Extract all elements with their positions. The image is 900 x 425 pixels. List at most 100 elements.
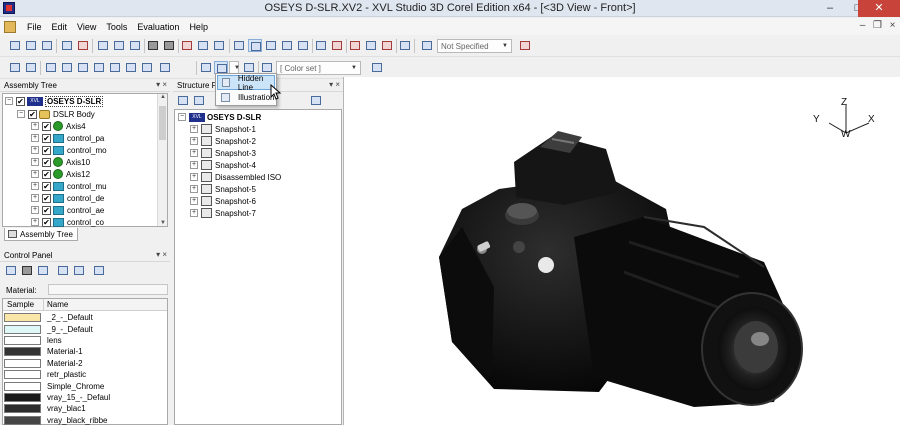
scroll-thumb[interactable]	[159, 106, 166, 140]
view-bottom-icon[interactable]	[60, 61, 74, 74]
camera-icon[interactable]	[196, 39, 210, 52]
expand-icon[interactable]: +	[190, 125, 198, 133]
redo-icon[interactable]	[162, 39, 176, 52]
3d-viewport[interactable]: Z Y X W	[343, 77, 900, 425]
expand-icon[interactable]: +	[31, 194, 39, 202]
menu-view[interactable]: View	[72, 22, 101, 32]
snapshot-item[interactable]: + Snapshot-7	[190, 207, 256, 219]
edit-snapshot-icon[interactable]	[192, 94, 206, 107]
tree-item[interactable]: + ✔ Axis12	[31, 168, 90, 180]
menu-item-illustration[interactable]: Illustration	[217, 90, 275, 105]
tree-item[interactable]: + ✔ control_mu	[31, 180, 107, 192]
material-row[interactable]: Material-1	[3, 346, 167, 357]
view-rotate-icon[interactable]	[158, 61, 172, 74]
tree-item-body[interactable]: − ✔ DSLR Body	[17, 108, 95, 120]
snapshot-icon[interactable]	[180, 39, 194, 52]
delete-material-icon[interactable]	[20, 264, 34, 277]
structure-options-icon[interactable]	[309, 94, 323, 107]
tree-root[interactable]: − ✔ XVL OSEYS D-SLR	[5, 95, 104, 107]
snapshot-item[interactable]: + Snapshot-5	[190, 183, 256, 195]
find-icon[interactable]	[398, 39, 412, 52]
snapshot-item[interactable]: + Disassembled ISO	[190, 171, 281, 183]
expand-icon[interactable]: +	[190, 137, 198, 145]
spin-icon[interactable]	[296, 39, 310, 52]
paste-icon[interactable]	[128, 39, 142, 52]
menu-item-hidden-line[interactable]: Hidden Line	[217, 74, 275, 92]
markup-icon[interactable]	[380, 39, 394, 52]
document-icon[interactable]	[4, 20, 16, 33]
expand-icon[interactable]: +	[190, 185, 198, 193]
tree-item[interactable]: + ✔ Axis4	[31, 120, 86, 132]
expand-icon[interactable]: +	[31, 170, 39, 178]
structure-root[interactable]: − XVL OSEYS D-SLR	[178, 111, 261, 123]
visibility-checkbox[interactable]: ✔	[42, 121, 51, 131]
monitor-icon[interactable]	[370, 61, 384, 74]
apply-material-icon[interactable]	[36, 264, 50, 277]
snapshot-item[interactable]: + Snapshot-3	[190, 147, 256, 159]
tab-assembly-tree[interactable]: Assembly Tree	[4, 228, 78, 241]
expand-icon[interactable]: +	[190, 173, 198, 181]
measure-icon[interactable]	[364, 39, 378, 52]
export-material-icon[interactable]	[72, 264, 86, 277]
import-material-icon[interactable]	[56, 264, 70, 277]
menu-file[interactable]: File	[22, 22, 47, 32]
mdi-close-button[interactable]: ×	[885, 18, 900, 35]
visibility-checkbox[interactable]: ✔	[42, 181, 51, 191]
panel-controls[interactable]: ▾ ×	[156, 250, 167, 259]
minimize-button[interactable]: –	[816, 0, 844, 17]
snapshot-item[interactable]: + Snapshot-2	[190, 135, 256, 147]
material-row[interactable]: lens	[3, 335, 167, 346]
add-snapshot-icon[interactable]	[176, 94, 190, 107]
close-button[interactable]: ✕	[858, 0, 900, 17]
column-name[interactable]: Name	[47, 300, 68, 309]
material-field[interactable]	[48, 284, 168, 295]
expand-icon[interactable]: +	[190, 161, 198, 169]
structure-tree-view[interactable]: − XVL OSEYS D-SLR + Snapshot-1 + Snapshot-2…	[174, 109, 342, 425]
zoom-icon[interactable]	[264, 39, 278, 52]
expand-icon[interactable]: +	[190, 209, 198, 217]
panel-controls[interactable]: ▾ ×	[329, 80, 340, 89]
tree-item[interactable]: + ✔ control_mo	[31, 144, 107, 156]
material-row[interactable]: retr_plastic	[3, 369, 167, 380]
view-left-icon[interactable]	[76, 61, 90, 74]
view-fit-icon[interactable]	[24, 61, 38, 74]
tree-item[interactable]: + ✔ control_co	[31, 216, 104, 228]
expand-icon[interactable]: +	[31, 146, 39, 154]
import-icon[interactable]	[60, 39, 74, 52]
visibility-checkbox[interactable]: ✔	[42, 217, 51, 227]
view-back-icon[interactable]	[108, 61, 122, 74]
view-top-icon[interactable]	[44, 61, 58, 74]
visibility-checkbox[interactable]: ✔	[28, 109, 37, 119]
tree-item[interactable]: + ✔ Axis10	[31, 156, 90, 168]
new-file-icon[interactable]	[8, 39, 22, 52]
open-file-icon[interactable]	[24, 39, 38, 52]
visibility-checkbox[interactable]: ✔	[16, 96, 25, 106]
cut-icon[interactable]	[96, 39, 110, 52]
expand-icon[interactable]: +	[190, 149, 198, 157]
expand-icon[interactable]: +	[190, 197, 198, 205]
collapse-icon[interactable]: −	[178, 113, 186, 121]
column-sample[interactable]: Sample	[7, 300, 34, 309]
expand-icon[interactable]: +	[31, 134, 39, 142]
section-icon[interactable]	[330, 39, 344, 52]
material-row[interactable]: _2_-_Default	[3, 312, 167, 323]
material-row[interactable]: vray_blac1	[3, 403, 167, 414]
shaded-mode-icon[interactable]	[199, 61, 213, 74]
visibility-checkbox[interactable]: ✔	[42, 145, 51, 155]
expand-icon[interactable]: +	[31, 218, 39, 226]
pan-icon[interactable]	[232, 39, 246, 52]
tree-item[interactable]: + ✔ control_pa	[31, 132, 104, 144]
material-row[interactable]: Material-2	[3, 358, 167, 369]
collapse-icon[interactable]: −	[5, 97, 13, 105]
fill-mode-icon[interactable]	[420, 39, 434, 52]
view-front-icon[interactable]	[8, 61, 22, 74]
material-row[interactable]: vray_15_-_Defaul	[3, 392, 167, 403]
menu-tools[interactable]: Tools	[101, 22, 132, 32]
menu-edit[interactable]: Edit	[47, 22, 73, 32]
pin-icon[interactable]	[348, 39, 362, 52]
highlight-icon[interactable]	[518, 39, 532, 52]
expand-icon[interactable]: +	[31, 158, 39, 166]
undo-icon[interactable]	[146, 39, 160, 52]
color-set-select[interactable]: [ Color set ] ▼	[276, 61, 361, 75]
snapshot-item[interactable]: + Snapshot-6	[190, 195, 256, 207]
